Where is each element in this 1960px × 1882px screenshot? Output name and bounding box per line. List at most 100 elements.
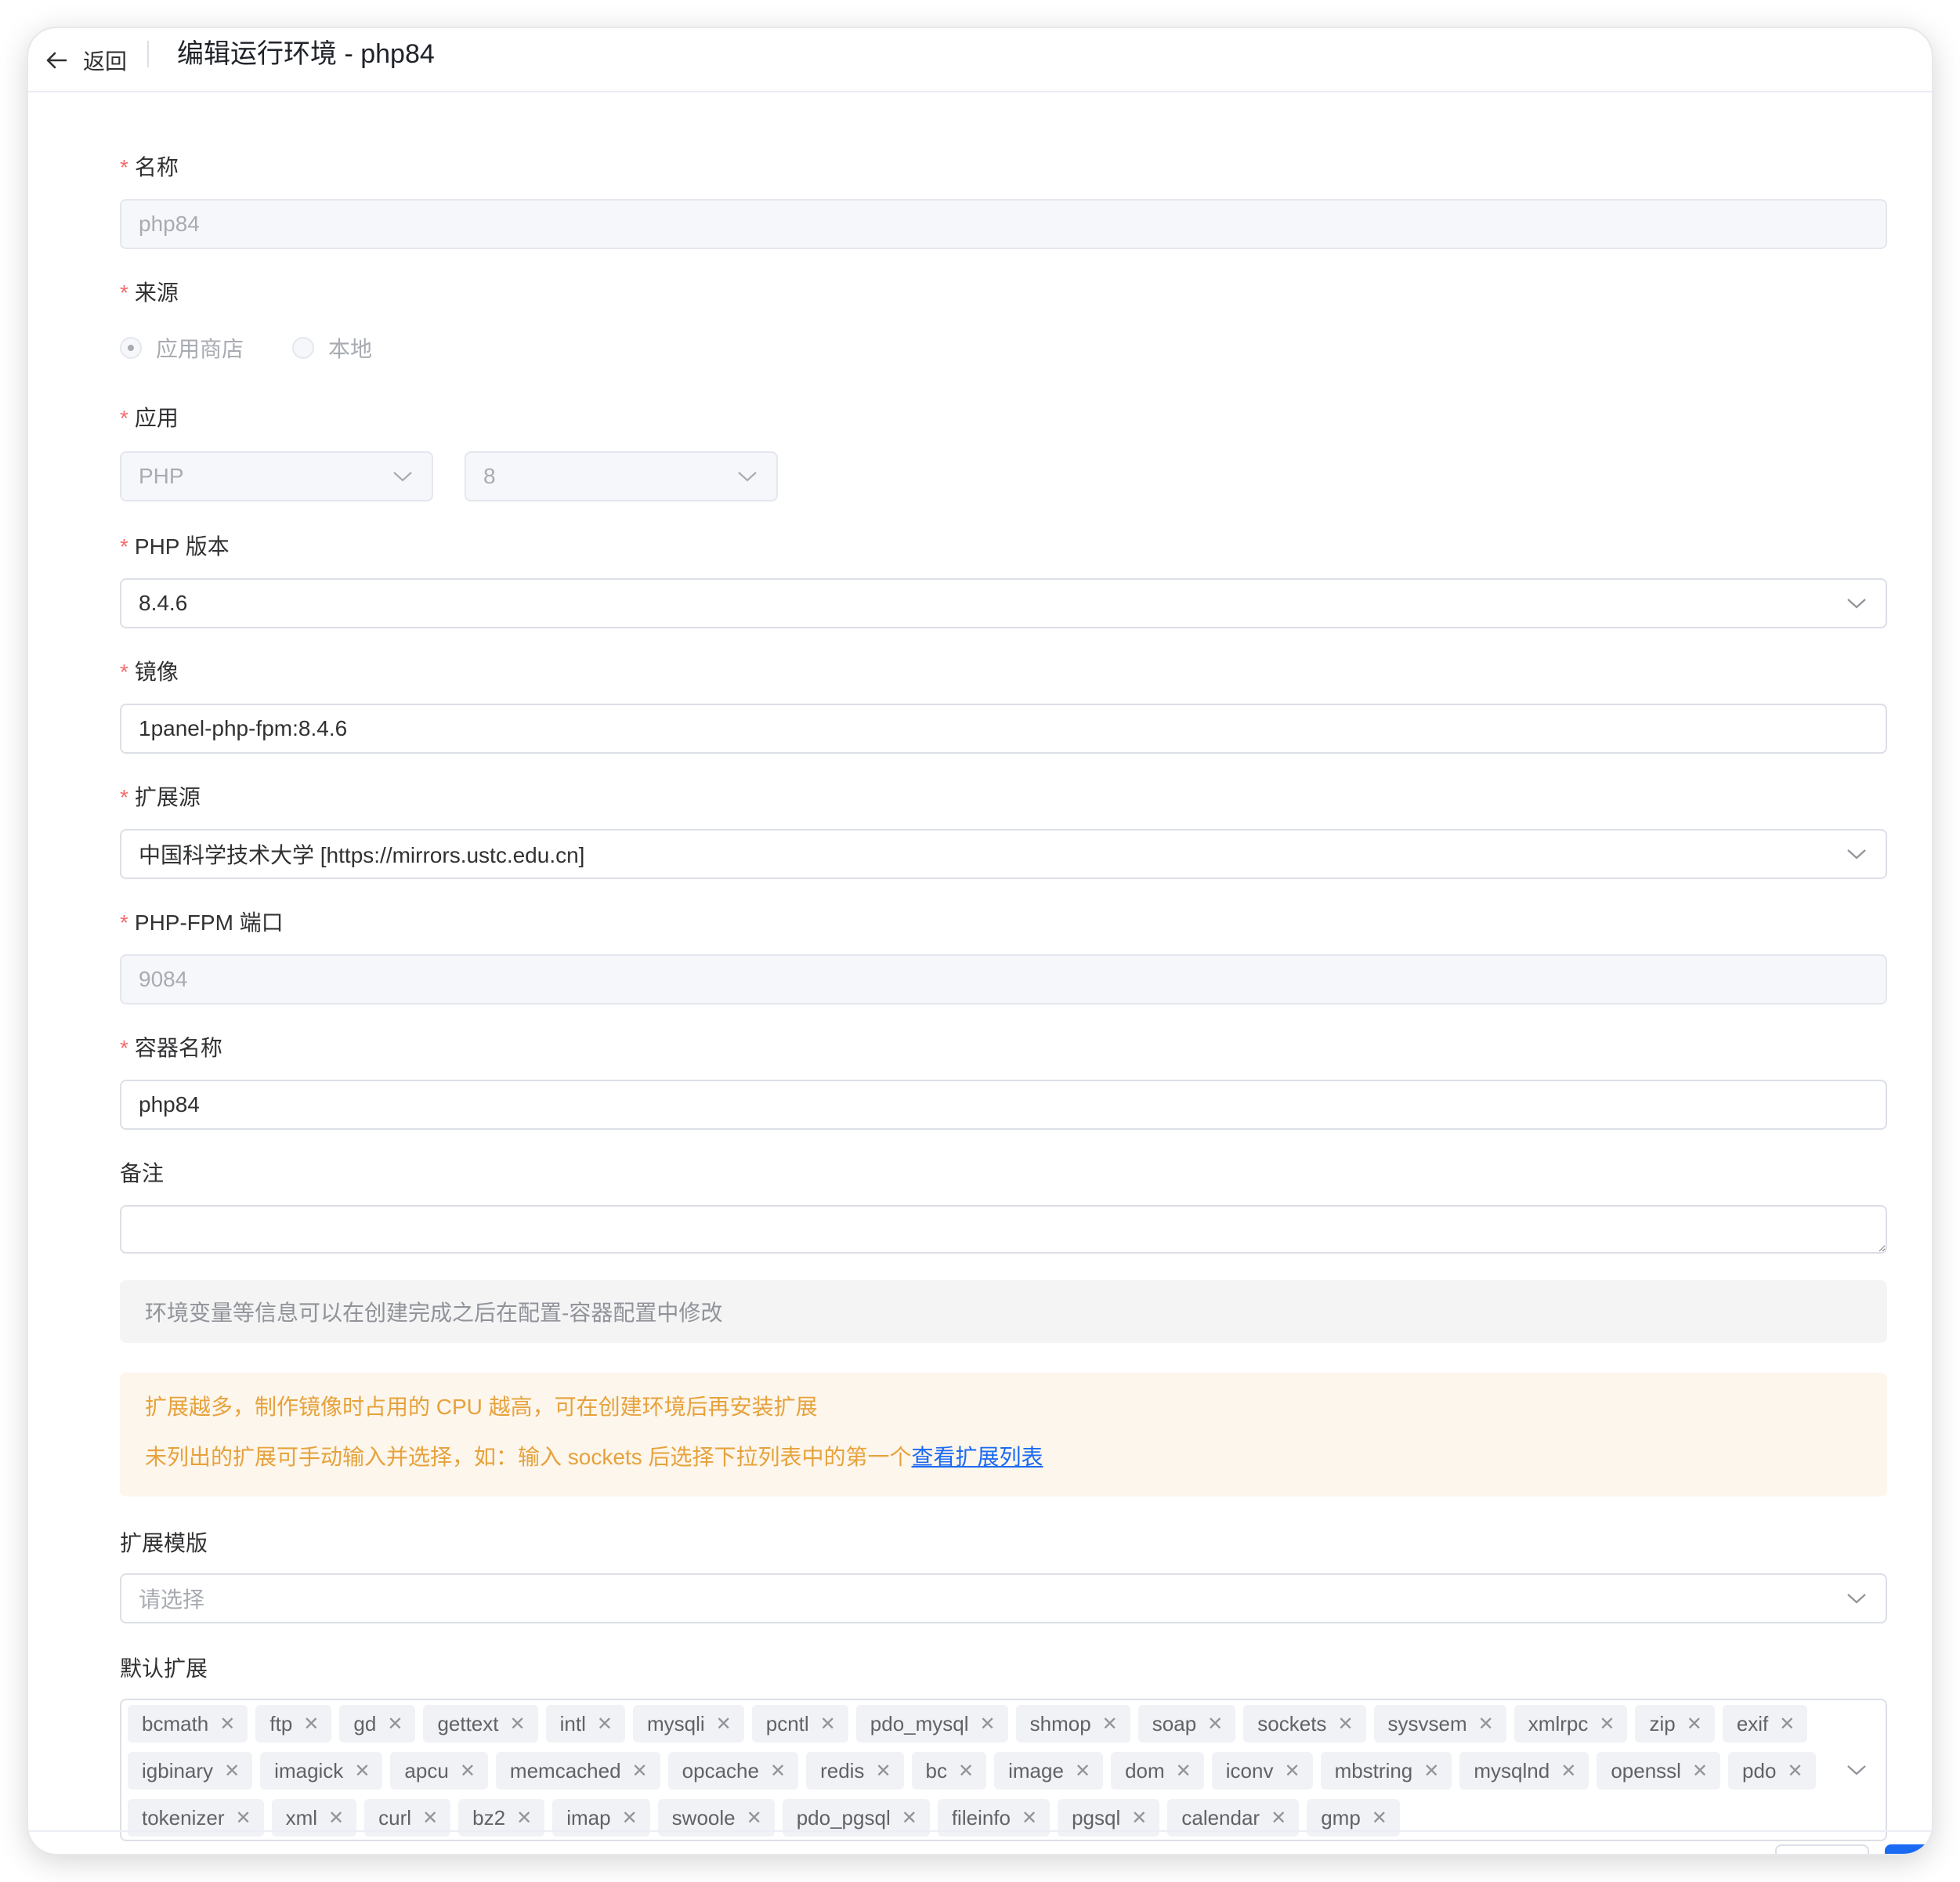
source-radio-group: 应用商店 本地 [120, 332, 372, 364]
close-icon[interactable]: ✕ [510, 1713, 526, 1735]
extension-tag: pdo ✕ [1728, 1752, 1816, 1790]
app-version-select[interactable]: 8 [465, 451, 778, 501]
radio-local[interactable] [292, 337, 315, 359]
extension-tag-label: exif [1736, 1711, 1769, 1735]
radio-app-store[interactable] [120, 337, 142, 359]
close-icon[interactable]: ✕ [1372, 1807, 1387, 1830]
ext-source-label: * 扩展源 [120, 785, 201, 809]
close-icon[interactable]: ✕ [387, 1713, 403, 1735]
container-name-input[interactable]: php84 [120, 1080, 1887, 1130]
info-alert: 环境变量等信息可以在创建完成之后在配置-容器配置中修改 [120, 1280, 1887, 1343]
remark-textarea[interactable] [120, 1205, 1887, 1254]
extension-tag: igbinary ✕ [128, 1752, 253, 1790]
close-icon[interactable]: ✕ [1599, 1713, 1615, 1735]
php-version-select[interactable]: 8.4.6 [120, 578, 1887, 628]
close-icon[interactable]: ✕ [1075, 1760, 1090, 1782]
tag-list: bcmath ✕ ftp ✕ gd ✕ gettext ✕ intl ✕ mysqli ✕ pcntl ✕… [128, 1705, 1831, 1837]
ext-template-select[interactable]: 请选择 [120, 1573, 1887, 1623]
close-icon[interactable]: ✕ [875, 1760, 891, 1782]
close-icon[interactable]: ✕ [460, 1760, 476, 1782]
back-button[interactable]: 返回 [39, 39, 127, 81]
close-icon[interactable]: ✕ [224, 1760, 240, 1782]
required-mark: * [120, 910, 128, 935]
extension-tag-label: pdo_mysql [870, 1711, 969, 1735]
close-icon[interactable]: ✕ [219, 1713, 235, 1735]
close-icon[interactable]: ✕ [516, 1807, 532, 1830]
close-icon[interactable]: ✕ [747, 1807, 762, 1830]
required-mark: * [120, 406, 128, 430]
required-mark: * [120, 1036, 128, 1060]
extension-tag: sysvsem ✕ [1373, 1705, 1506, 1743]
extension-tag-label: soap [1152, 1711, 1197, 1735]
extension-tag-label: mbstring [1334, 1758, 1413, 1782]
app-select[interactable]: PHP [120, 451, 433, 501]
fpm-port-input[interactable]: 9084 [120, 954, 1887, 1004]
required-mark: * [120, 660, 128, 684]
close-icon[interactable]: ✕ [632, 1760, 648, 1782]
radio-local-label: 本地 [328, 337, 373, 361]
info-text: 环境变量等信息可以在创建完成之后在配置-容器配置中修改 [145, 1301, 723, 1325]
close-icon[interactable]: ✕ [1692, 1760, 1708, 1782]
close-icon[interactable]: ✕ [1102, 1713, 1118, 1735]
close-icon[interactable]: ✕ [328, 1807, 344, 1830]
close-icon[interactable]: ✕ [422, 1807, 438, 1830]
extension-tag: soap ✕ [1137, 1705, 1236, 1743]
close-icon[interactable]: ✕ [1779, 1713, 1795, 1735]
remark-label: 备注 [120, 1161, 165, 1185]
close-icon[interactable]: ✕ [622, 1807, 638, 1830]
extension-tag: intl ✕ [545, 1705, 625, 1743]
extension-tag: mysqli ✕ [632, 1705, 744, 1743]
confirm-button[interactable] [1885, 1844, 1932, 1854]
ext-source-select[interactable]: 中国科学技术大学 [https://mirrors.ustc.edu.cn] [120, 829, 1887, 879]
radio-app-store-label: 应用商店 [156, 337, 244, 361]
chevron-down-icon [738, 472, 757, 482]
close-icon[interactable]: ✕ [236, 1807, 251, 1830]
extension-tag-label: iconv [1225, 1758, 1274, 1782]
close-icon[interactable]: ✕ [820, 1713, 836, 1735]
name-input[interactable]: php84 [120, 199, 1887, 249]
image-input[interactable]: 1panel-php-fpm:8.4.6 [120, 704, 1887, 754]
close-icon[interactable]: ✕ [303, 1713, 319, 1735]
extension-tag-label: igbinary [142, 1758, 214, 1782]
close-icon[interactable]: ✕ [1423, 1760, 1439, 1782]
extension-tag: iconv ✕ [1211, 1752, 1313, 1790]
extension-tag-label: image [1008, 1758, 1064, 1782]
close-icon[interactable]: ✕ [1687, 1713, 1702, 1735]
container-name-label: * 容器名称 [120, 1036, 222, 1060]
close-icon[interactable]: ✕ [1787, 1760, 1803, 1782]
close-icon[interactable]: ✕ [1560, 1760, 1576, 1782]
extension-tag-label: redis [820, 1758, 865, 1782]
close-icon[interactable]: ✕ [1337, 1713, 1353, 1735]
close-icon[interactable]: ✕ [1176, 1760, 1192, 1782]
extension-tag-label: sysvsem [1387, 1711, 1467, 1735]
name-label: * 名称 [120, 155, 179, 179]
extension-tag-label: xml [285, 1805, 318, 1830]
close-icon[interactable]: ✕ [716, 1713, 732, 1735]
required-mark: * [120, 785, 128, 809]
chevron-down-icon [393, 472, 412, 482]
default-ext-select[interactable]: bcmath ✕ ftp ✕ gd ✕ gettext ✕ intl ✕ mysqli ✕ pcntl ✕… [120, 1699, 1887, 1841]
close-icon[interactable]: ✕ [354, 1760, 370, 1782]
extension-tag-label: imagick [274, 1758, 344, 1782]
close-icon[interactable]: ✕ [1478, 1713, 1494, 1735]
close-icon[interactable]: ✕ [902, 1807, 917, 1830]
view-extensions-link[interactable]: 查看扩展列表 [912, 1445, 1043, 1469]
close-icon[interactable]: ✕ [1207, 1713, 1223, 1735]
close-icon[interactable]: ✕ [1271, 1807, 1286, 1830]
chevron-down-icon [1847, 1594, 1866, 1604]
extension-tag: shmop ✕ [1015, 1705, 1130, 1743]
close-icon[interactable]: ✕ [1131, 1807, 1147, 1830]
extension-tag: gettext ✕ [423, 1705, 538, 1743]
close-icon[interactable]: ✕ [980, 1713, 996, 1735]
close-icon[interactable]: ✕ [770, 1760, 786, 1782]
close-icon[interactable]: ✕ [958, 1760, 974, 1782]
close-icon[interactable]: ✕ [1022, 1807, 1037, 1830]
app-label: * 应用 [120, 406, 179, 430]
close-icon[interactable]: ✕ [597, 1713, 613, 1735]
extension-tag-label: ftp [269, 1711, 293, 1735]
default-ext-label: 默认扩展 [120, 1656, 208, 1681]
cancel-button[interactable] [1775, 1844, 1869, 1854]
extension-tag-label: calendar [1181, 1805, 1260, 1830]
close-icon[interactable]: ✕ [1284, 1760, 1300, 1782]
extension-tag: exif ✕ [1722, 1705, 1808, 1743]
